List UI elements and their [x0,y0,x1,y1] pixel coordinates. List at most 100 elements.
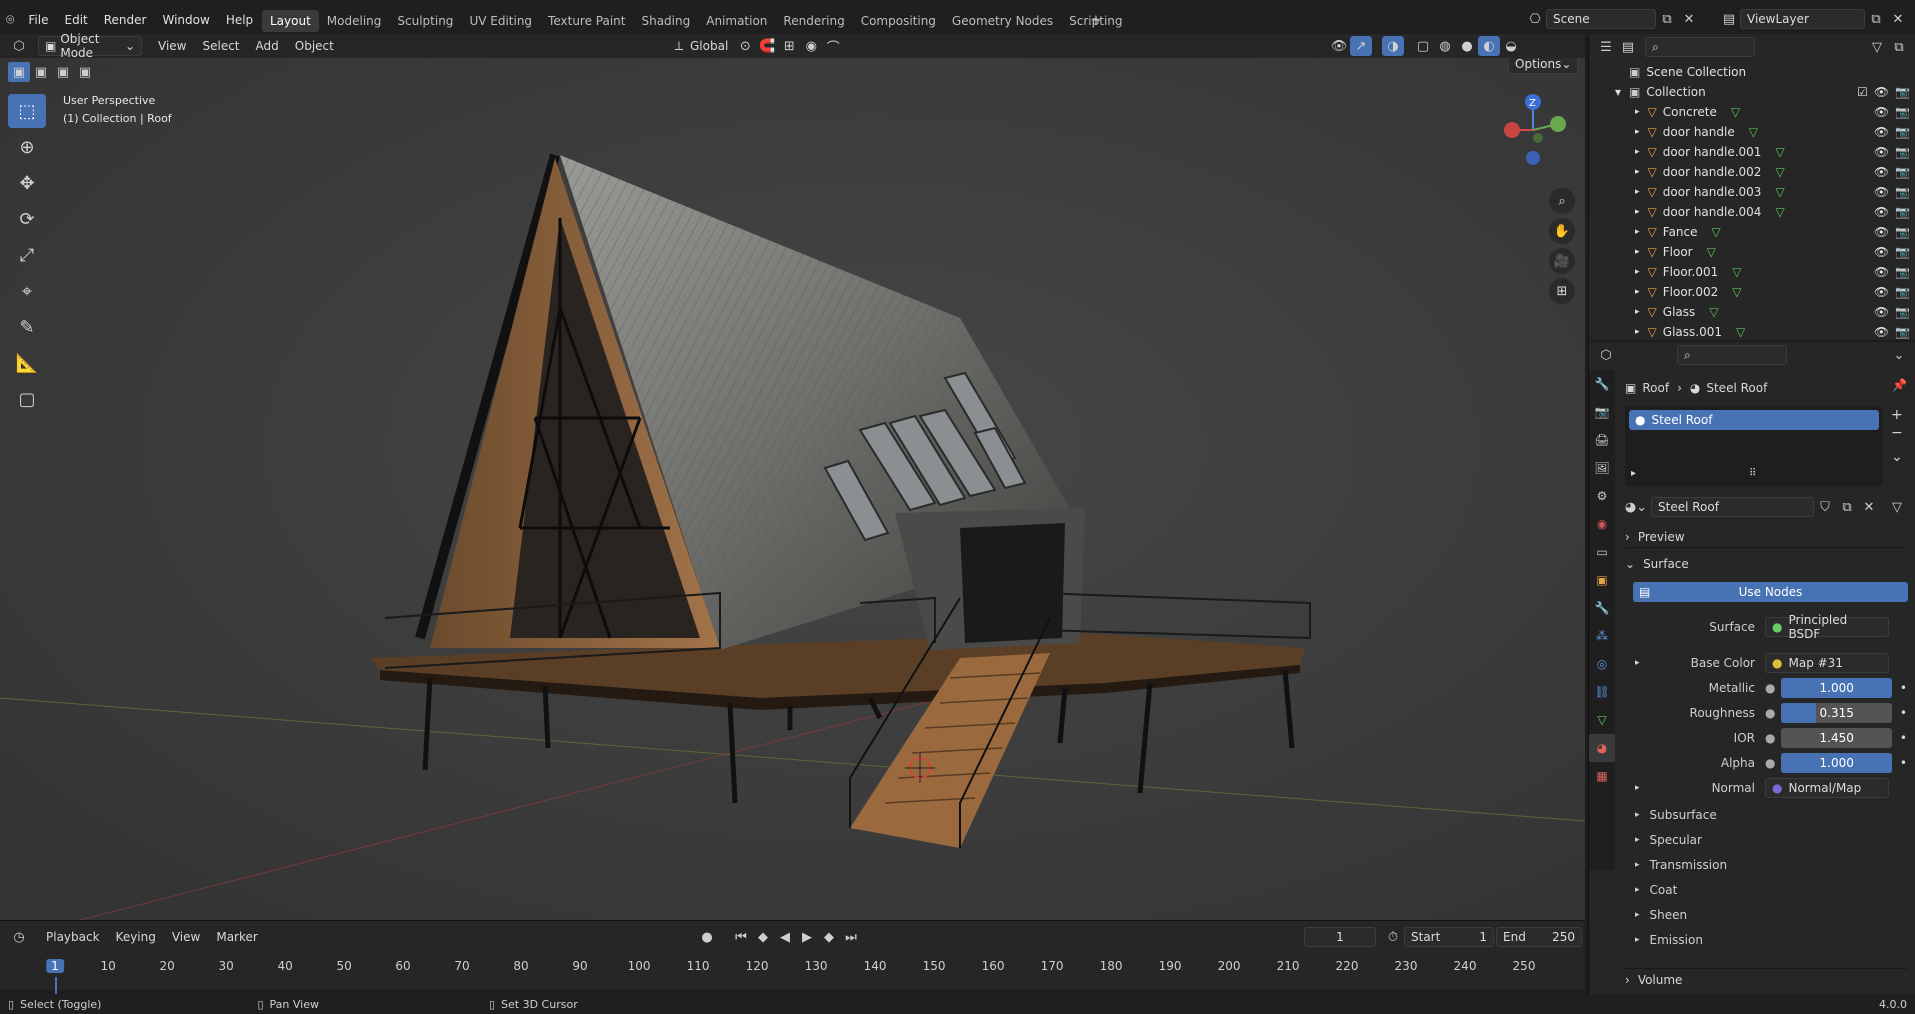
tab-sculpting[interactable]: Sculpting [389,10,461,32]
menu-file[interactable]: File [20,13,56,27]
outliner-search-input[interactable]: ⌕ [1645,37,1755,57]
camera-render-icon[interactable]: 📷 [1895,285,1910,299]
tab-uv-editing[interactable]: UV Editing [461,10,540,32]
viewlayer-icon[interactable]: ▤ [1718,9,1740,29]
measure-tool[interactable]: 📐 [8,346,46,380]
mode-dropdown[interactable]: ▣ Object Mode ⌄ [38,32,142,60]
camera-render-icon[interactable]: 📷 [1895,265,1910,279]
eye-icon[interactable]: 👁 [1874,185,1889,199]
expand-icon[interactable]: ▸ [1635,207,1640,217]
browse-material-icon[interactable]: ◕⌄ [1625,497,1647,517]
falloff-icon[interactable]: ⌒ [822,36,844,56]
outliner-item[interactable]: ▸ ▽ Floor ▽ 👁 📷 [1589,242,1915,262]
camera-render-icon[interactable]: 📷 [1895,145,1910,159]
subpanel-sheen[interactable]: ▸ Sheen [1635,902,1905,927]
rendered-shading-icon[interactable]: ◒ [1500,36,1522,56]
eye-icon[interactable]: 👁 [1874,325,1889,339]
tab-geometry-nodes[interactable]: Geometry Nodes [944,10,1061,32]
snap-icon[interactable]: 🧲 [756,36,778,56]
render-tab-icon[interactable]: 📷 [1589,398,1615,426]
gizmo-toggle-icon[interactable]: ↗ [1350,36,1372,56]
scale-tool[interactable]: ⤢ [8,238,46,272]
zoom-icon[interactable]: ⌕ [1549,188,1575,214]
filter-icon[interactable]: ▽ [1866,37,1888,57]
physics-tab-icon[interactable]: ◎ [1589,650,1615,678]
keyframe-dot-icon[interactable]: • [1900,731,1907,745]
keyframe-dot-icon[interactable]: • [1900,681,1907,695]
eye-icon[interactable]: 👁 [1874,125,1889,139]
expand-icon[interactable]: ▸ [1635,227,1640,237]
annotate-tool[interactable]: ✎ [8,310,46,344]
timeline-menu-view[interactable]: View [164,930,208,944]
camera-icon[interactable]: 🎥 [1549,248,1575,274]
record-icon[interactable]: ● [696,927,718,947]
orientation-dropdown[interactable]: Global [690,39,728,53]
keyframe-dot-icon[interactable]: • [1900,706,1907,720]
transform-tool[interactable]: ⌖ [8,274,46,308]
3d-viewport[interactable]: User Perspective (1) Collection | Roof O… [0,58,1585,920]
outliner-item[interactable]: ▸ ▽ Concrete ▽ 👁 📷 [1589,102,1915,122]
outliner-item[interactable]: ▸ ▽ Floor.001 ▽ 👁 📷 [1589,262,1915,282]
modifier-tab-icon[interactable]: 🔧 [1589,594,1615,622]
unlink-material-icon[interactable]: ✕ [1858,497,1880,517]
play-reverse-icon[interactable]: ◀ [774,927,796,947]
base-color-field[interactable]: ● Map #31 [1765,653,1889,673]
duplicate-material-icon[interactable]: ⧉ [1836,497,1858,517]
subpanel-specular[interactable]: ▸ Specular [1635,827,1905,852]
solid-shading-icon[interactable]: ● [1456,36,1478,56]
pivot-icon[interactable]: ⊙ [734,36,756,56]
add-workspace-button[interactable]: + [1085,10,1107,30]
subpanel-subsurface[interactable]: ▸ Subsurface [1635,802,1905,827]
editor-type-icon[interactable]: ⬡ [8,36,30,56]
viewport-menu-object[interactable]: Object [287,39,342,53]
outliner-item[interactable]: ▸ ▽ Glass.001 ▽ 👁 📷 [1589,322,1915,342]
object-tab-icon[interactable]: ▣ [1589,566,1615,594]
display-mode-icon[interactable]: ▤ [1617,37,1639,57]
keyframe-dot-icon[interactable]: • [1900,756,1907,770]
move-tool[interactable]: ✥ [8,166,46,200]
resize-handle-icon[interactable]: ⠿ [1749,468,1756,479]
camera-render-icon[interactable]: 📷 [1895,245,1910,259]
viewlayer-name-field[interactable]: ViewLayer [1740,9,1865,29]
checkbox-icon[interactable]: ☑ [1857,85,1868,99]
outliner-item[interactable]: ▸ ▽ Floor.002 ▽ 👁 📷 [1589,282,1915,302]
visibility-icon[interactable]: 👁 [1328,36,1350,56]
subpanel-coat[interactable]: ▸ Coat [1635,877,1905,902]
camera-render-icon[interactable]: 📷 [1895,225,1910,239]
expand-icon[interactable]: ▸ [1635,167,1640,177]
eye-icon[interactable]: 👁 [1874,265,1889,279]
tab-layout[interactable]: Layout [262,10,319,32]
properties-search-input[interactable]: ⌕ [1677,345,1787,365]
tab-animation[interactable]: Animation [698,10,775,32]
surface-panel[interactable]: ⌄ Surface [1625,553,1908,575]
add-slot-button[interactable]: + [1891,406,1903,424]
proportional-edit-icon[interactable]: ◉ [800,36,822,56]
timeline-menu-marker[interactable]: Marker [208,930,265,944]
camera-render-icon[interactable]: 📷 [1895,325,1910,339]
world-tab-icon[interactable]: ◉ [1589,510,1615,538]
tab-modeling[interactable]: Modeling [319,10,390,32]
start-frame-field[interactable]: Start 1 [1404,927,1494,947]
use-nodes-button[interactable]: ▤ Use Nodes [1633,582,1908,602]
material-tab-icon[interactable]: ◕ [1589,734,1615,762]
hand-icon[interactable]: ✋ [1549,218,1575,244]
options-dropdown[interactable]: Options ⌄ [1508,58,1578,74]
blender-logo-icon[interactable]: ⌾ [6,12,14,28]
viewport-menu-select[interactable]: Select [194,39,247,53]
menu-help[interactable]: Help [218,13,261,27]
outliner-item[interactable]: ▸ ▽ Fance ▽ 👁 📷 [1589,222,1915,242]
preview-panel[interactable]: › Preview [1625,526,1908,548]
outliner-item[interactable]: ▸ ▽ door handle.002 ▽ 👁 📷 [1589,162,1915,182]
tab-compositing[interactable]: Compositing [853,10,944,32]
viewport-menu-add[interactable]: Add [248,39,287,53]
navigation-gizmo[interactable]: Z [1498,90,1568,170]
eye-icon[interactable]: 👁 [1874,305,1889,319]
eye-icon[interactable]: 👁 [1874,105,1889,119]
particles-tab-icon[interactable]: ⁂ [1589,622,1615,650]
expand-icon[interactable]: ▸ [1635,187,1640,197]
expand-icon[interactable]: ▸ [1635,247,1640,257]
scene-icon[interactable]: ⎔ [1524,9,1546,29]
expand-icon[interactable]: ▸ [1631,468,1636,479]
expand-icon[interactable]: ▸ [1635,327,1640,337]
menu-window[interactable]: Window [154,13,217,27]
